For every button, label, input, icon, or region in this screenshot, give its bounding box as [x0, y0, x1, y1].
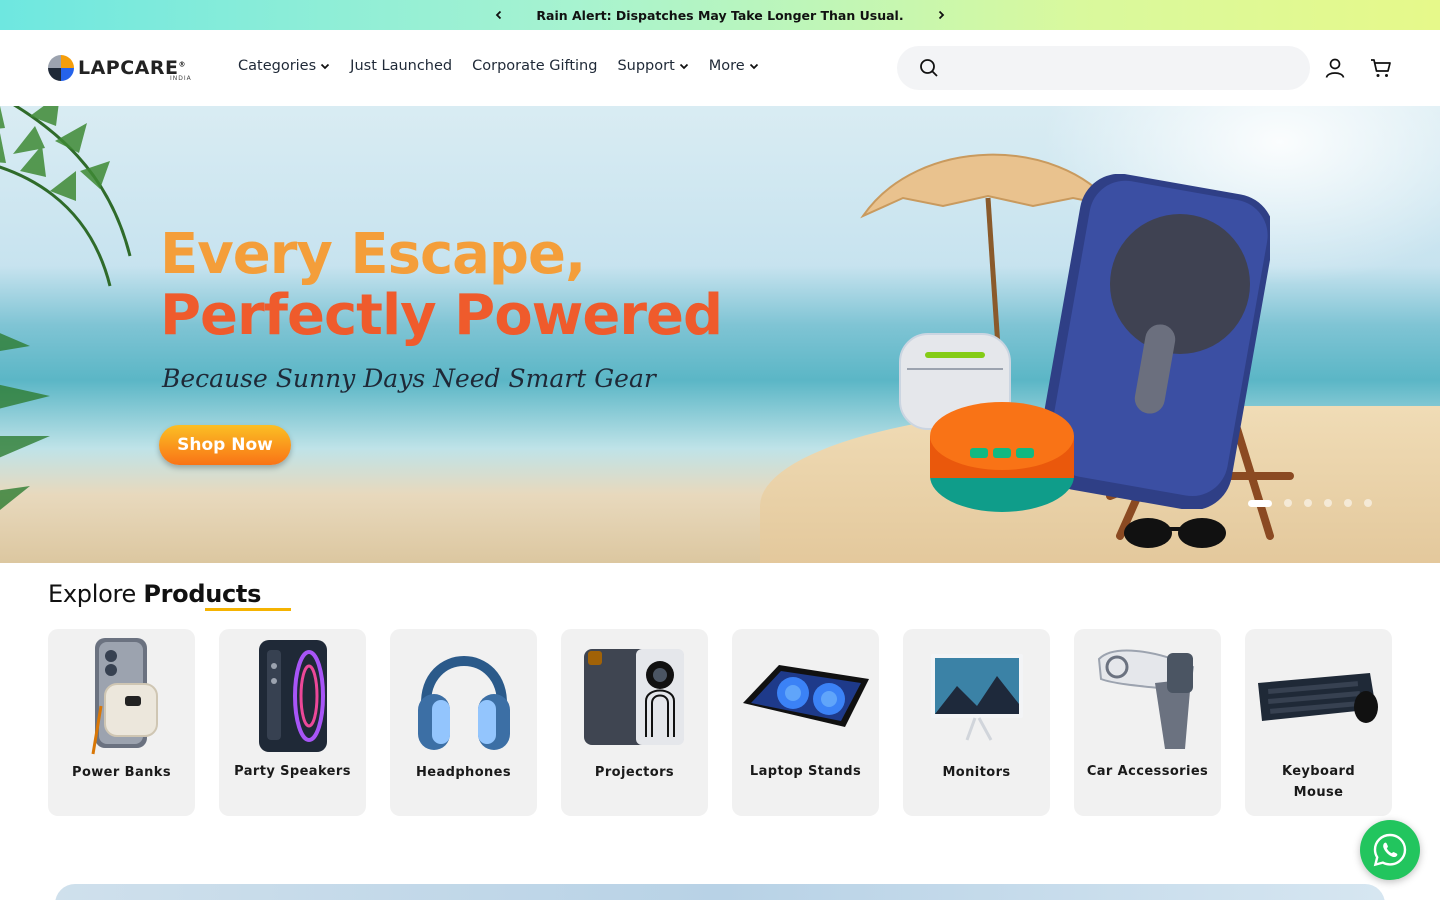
nav-label: More [708, 58, 745, 74]
category-card-power-banks[interactable]: Power Banks [48, 629, 195, 816]
search-icon[interactable] [919, 58, 939, 78]
carousel-dots [1248, 499, 1372, 507]
title-underline [205, 608, 291, 611]
category-label: Keyboard Mouse [1281, 764, 1356, 800]
logo-subtext: INDIA [170, 75, 192, 82]
carousel-dot-3[interactable] [1304, 499, 1312, 507]
chevron-down-icon [321, 63, 330, 70]
category-image [1245, 635, 1392, 757]
category-image [48, 635, 195, 757]
nav-label: Support [617, 58, 675, 74]
nav-item-more[interactable]: More [709, 58, 759, 74]
category-card-laptop-stands[interactable]: Laptop Stands [732, 629, 879, 816]
chevron-down-icon [749, 63, 758, 70]
whatsapp-chat-button[interactable] [1360, 820, 1420, 880]
power-bank-icon [91, 638, 158, 755]
headphones-icon [417, 656, 510, 750]
user-icon[interactable] [1324, 57, 1346, 79]
category-image [903, 635, 1050, 757]
nav-item-corporate-gifting[interactable]: Corporate Gifting [472, 58, 597, 74]
nav-item-categories[interactable]: Categories [238, 58, 330, 74]
category-image [732, 635, 879, 757]
projector-icon [583, 649, 684, 745]
category-label: Party Speakers [234, 764, 351, 779]
hero-headline: Every Escape, Perfectly Powered [160, 222, 723, 348]
shop-now-button[interactable]: Shop Now [159, 425, 291, 465]
search-bar[interactable] [897, 46, 1310, 90]
nav-item-just-launched[interactable]: Just Launched [350, 58, 452, 74]
laptop-stand-icon [742, 665, 869, 727]
category-card-car-accessories[interactable]: Car Accessories [1074, 629, 1221, 816]
category-card-projectors[interactable]: Projectors [561, 629, 708, 816]
announcement-message: Rain Alert: Dispatches May Take Longer T… [536, 7, 904, 23]
keyboard-mouse-icon [1257, 673, 1378, 723]
site-header: LAPCARE® INDIA Categories Just Launched … [0, 30, 1440, 106]
chevron-left-icon [495, 10, 502, 20]
whatsapp-icon [1373, 833, 1407, 867]
section-title-light: Explore [48, 580, 136, 608]
nav-label: Just Launched [350, 58, 453, 74]
hero-subheadline: Because Sunny Days Need Smart Gear [162, 364, 656, 393]
logo-mark-icon [48, 55, 74, 81]
hero-banner[interactable]: Every Escape, Perfectly Powered Because … [0, 106, 1440, 563]
category-card-party-speakers[interactable]: Party Speakers [219, 629, 366, 816]
category-list: Power Banks Party Speakers Headphones Pr… [48, 629, 1392, 816]
announcement-bar: Rain Alert: Dispatches May Take Longer T… [0, 0, 1440, 30]
category-image [1074, 635, 1221, 757]
category-image [390, 635, 537, 757]
announcement-next-button[interactable] [932, 6, 950, 24]
carousel-dot-4[interactable] [1324, 499, 1332, 507]
car-vacuum-icon [1097, 649, 1194, 749]
category-card-monitors[interactable]: Monitors [903, 629, 1050, 816]
nav-label: Categories [238, 58, 317, 74]
party-speaker-icon [258, 640, 327, 752]
category-label: Monitors [942, 765, 1011, 780]
category-label: Projectors [594, 765, 675, 780]
carousel-dot-5[interactable] [1344, 499, 1352, 507]
section-title-bold: Products [143, 580, 262, 608]
cart-icon[interactable] [1370, 57, 1392, 79]
section-title: Explore Products [48, 580, 291, 611]
announcement-prev-button[interactable] [490, 6, 508, 24]
nav-label: Corporate Gifting [472, 58, 598, 74]
category-card-keyboard-mouse[interactable]: Keyboard Mouse [1245, 629, 1392, 816]
secondary-banner[interactable] [55, 884, 1385, 900]
hero-headline-line1: Every Escape, [160, 222, 586, 287]
category-label: Power Banks [72, 765, 171, 780]
category-label: Laptop Stands [749, 764, 862, 779]
sunglasses-icon [1124, 518, 1226, 548]
chevron-right-icon [938, 10, 945, 20]
category-image [561, 635, 708, 757]
category-label: Car Accessories [1086, 764, 1209, 779]
nav-item-support[interactable]: Support [617, 58, 688, 74]
category-image [219, 635, 366, 757]
speaker-product-icon [930, 402, 1074, 512]
category-card-headphones[interactable]: Headphones [390, 629, 537, 816]
carousel-dot-2[interactable] [1284, 499, 1292, 507]
monitor-icon [930, 654, 1023, 741]
category-label: Headphones [415, 765, 512, 780]
search-input[interactable] [949, 60, 1289, 76]
hero-headline-line2: Perfectly Powered [160, 283, 723, 348]
brand-logo[interactable]: LAPCARE® INDIA [48, 52, 191, 84]
chevron-down-icon [679, 63, 688, 70]
main-nav: Categories Just Launched Corporate Gifti… [238, 58, 759, 74]
carousel-dot-1[interactable] [1248, 499, 1272, 507]
carousel-dot-6[interactable] [1364, 499, 1372, 507]
